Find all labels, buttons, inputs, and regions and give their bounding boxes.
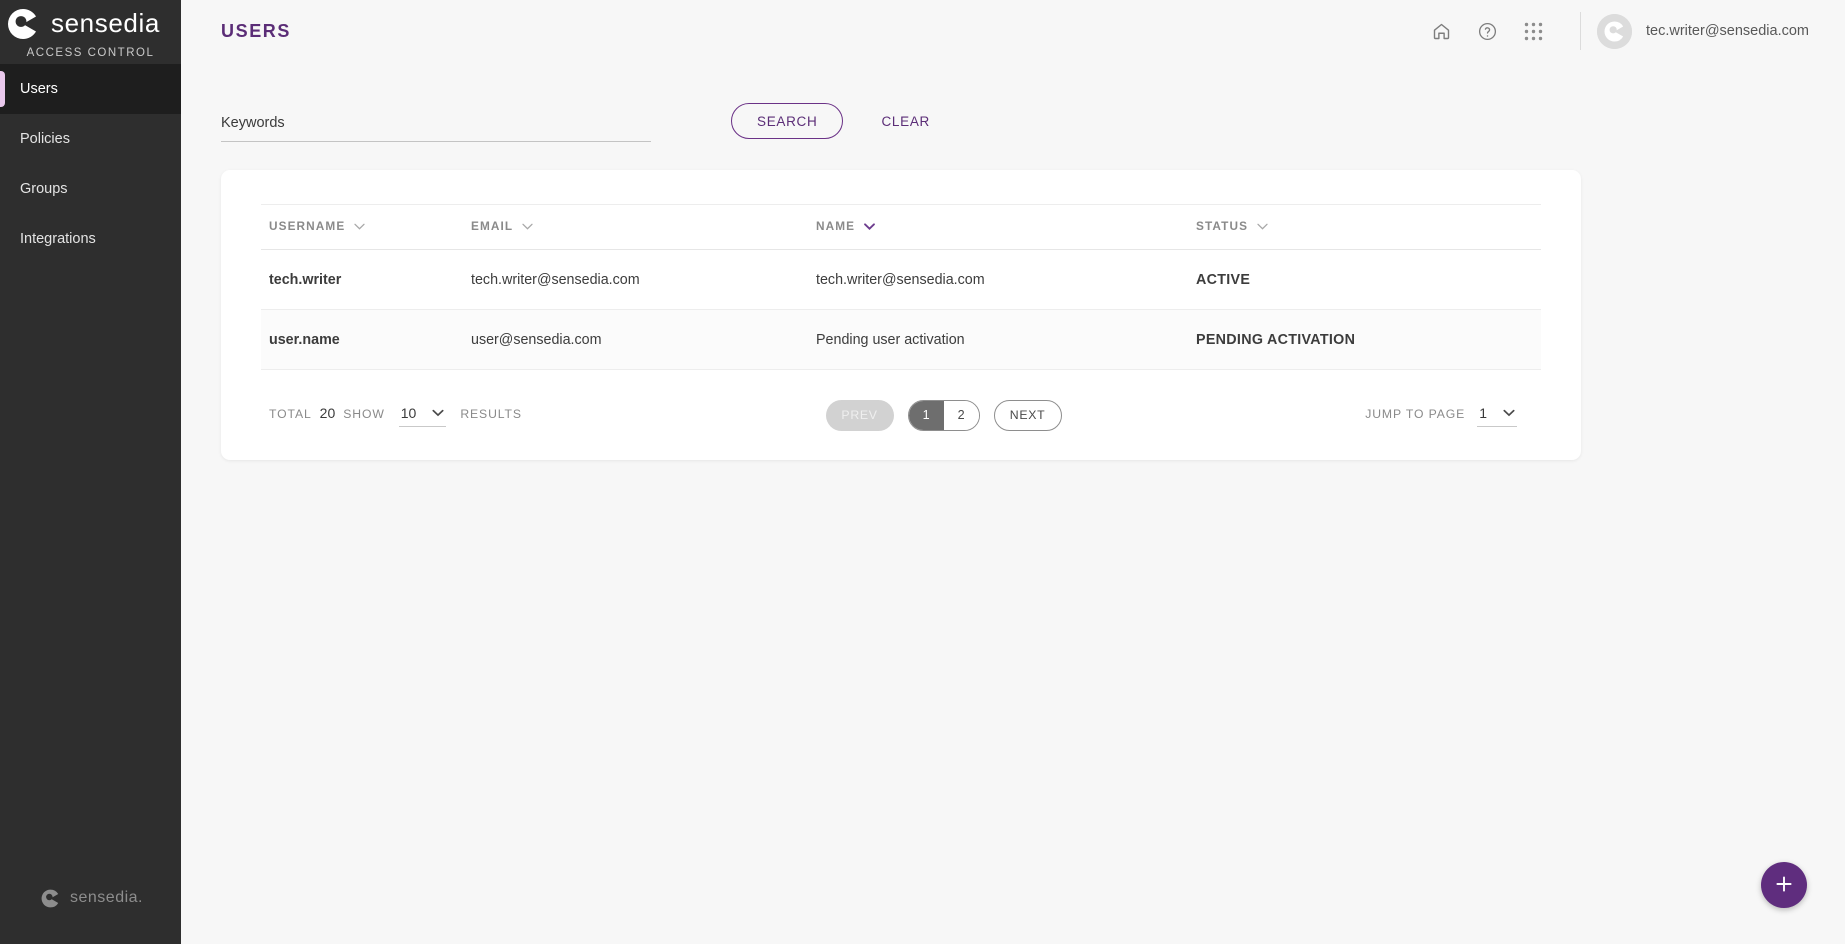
page-number-group: 1 2 xyxy=(907,399,980,431)
search-row: SEARCH CLEAR xyxy=(181,92,1845,142)
results-summary: TOTAL 20 SHOW 10 RESULTS xyxy=(269,404,522,427)
app-root: sensedia ACCESS CONTROL Users Policies G… xyxy=(0,0,1845,944)
chevron-down-icon[interactable] xyxy=(522,219,533,233)
cell-username: tech.writer xyxy=(261,249,471,310)
page-number-2[interactable]: 2 xyxy=(943,400,979,430)
brand-subtitle: ACCESS CONTROL xyxy=(26,47,155,59)
sidebar-item-label: Groups xyxy=(20,181,68,197)
sidebar-item-groups[interactable]: Groups xyxy=(0,164,181,214)
status-badge: PENDING ACTIVATION xyxy=(1196,309,1541,370)
sidebar: sensedia ACCESS CONTROL Users Policies G… xyxy=(0,0,181,944)
page-title: USERS xyxy=(221,20,292,41)
show-label: SHOW xyxy=(343,406,385,421)
search-button[interactable]: SEARCH xyxy=(731,103,844,139)
total-value: 20 xyxy=(319,404,336,421)
keywords-field[interactable] xyxy=(221,114,651,142)
cell-email: tech.writer@sensedia.com xyxy=(471,249,816,310)
status-badge: ACTIVE xyxy=(1196,249,1541,310)
page-size-value: 10 xyxy=(400,404,417,421)
sidebar-item-label: Policies xyxy=(20,131,70,147)
sensedia-logo-icon xyxy=(2,3,44,45)
table-header-row: USERNAME EMAIL NAME STATUS xyxy=(261,204,1541,250)
main-content: USERS tec.writer@sensedia.com Keywords S… xyxy=(181,0,1845,944)
column-label: USERNAME xyxy=(269,219,346,233)
column-label: EMAIL xyxy=(471,219,514,233)
cell-username: user.name xyxy=(261,309,471,370)
table-head: USERNAME EMAIL NAME STATUS xyxy=(261,204,1541,250)
jump-to-page-label: JUMP TO PAGE xyxy=(1365,406,1466,421)
users-table: USERNAME EMAIL NAME STATUS tech.writer t… xyxy=(261,204,1541,370)
prev-page-button[interactable]: PREV xyxy=(825,399,894,431)
table-body: tech.writer tech.writer@sensedia.com tec… xyxy=(261,249,1541,370)
plus-icon xyxy=(1774,874,1794,897)
home-icon[interactable] xyxy=(1418,8,1464,54)
sidebar-footer: sensedia. xyxy=(0,852,181,944)
cell-name: Pending user activation xyxy=(816,309,1196,370)
search-input[interactable] xyxy=(221,115,651,131)
user-email-label: tec.writer@sensedia.com xyxy=(1646,23,1809,39)
page-number-1[interactable]: 1 xyxy=(908,400,944,430)
clear-button[interactable]: CLEAR xyxy=(869,103,942,139)
pager: PREV 1 2 NEXT xyxy=(825,399,1062,431)
table-row[interactable]: user.name user@sensedia.com Pending user… xyxy=(261,309,1541,370)
chevron-down-icon[interactable] xyxy=(864,219,876,233)
brand-row: sensedia xyxy=(0,3,181,45)
users-card: USERNAME EMAIL NAME STATUS tech.writer t… xyxy=(221,170,1581,460)
page-size-select[interactable]: 10 xyxy=(398,404,447,427)
brand-name: sensedia xyxy=(51,8,160,38)
chevron-down-icon[interactable] xyxy=(354,219,365,233)
user-avatar-icon xyxy=(1597,13,1632,49)
column-label: STATUS xyxy=(1196,219,1249,233)
topbar: USERS tec.writer@sensedia.com xyxy=(181,0,1845,62)
chevron-down-icon[interactable] xyxy=(432,404,444,422)
cell-email: user@sensedia.com xyxy=(471,309,816,370)
chevron-down-icon[interactable] xyxy=(1503,404,1515,422)
apps-grid-icon[interactable] xyxy=(1510,8,1556,54)
sensedia-logo-icon xyxy=(38,886,63,911)
jump-to-page-select[interactable]: 1 xyxy=(1477,404,1517,427)
sidebar-item-label: Integrations xyxy=(20,231,96,247)
column-header-name[interactable]: NAME xyxy=(816,204,1196,250)
topbar-divider xyxy=(1580,12,1581,50)
topbar-actions: tec.writer@sensedia.com xyxy=(1418,0,1845,62)
sidebar-item-users[interactable]: Users xyxy=(0,64,181,114)
help-circle-icon[interactable] xyxy=(1464,8,1510,54)
column-header-username[interactable]: USERNAME xyxy=(261,204,471,250)
sidebar-item-policies[interactable]: Policies xyxy=(0,114,181,164)
chevron-down-icon[interactable] xyxy=(1257,219,1268,233)
jump-to-page: JUMP TO PAGE 1 xyxy=(1365,404,1533,427)
add-user-button[interactable] xyxy=(1761,862,1807,908)
column-header-email[interactable]: EMAIL xyxy=(471,204,816,250)
jump-to-page-value: 1 xyxy=(1479,404,1487,421)
cell-name: tech.writer@sensedia.com xyxy=(816,249,1196,310)
sidebar-footer-brand: sensedia. xyxy=(70,889,143,906)
results-label: RESULTS xyxy=(460,406,522,421)
column-label: NAME xyxy=(816,219,856,233)
total-label: TOTAL xyxy=(269,406,312,421)
sidebar-nav: Users Policies Groups Integrations xyxy=(0,64,181,264)
column-header-status[interactable]: STATUS xyxy=(1196,204,1541,250)
sidebar-item-label: Users xyxy=(20,81,58,97)
table-row[interactable]: tech.writer tech.writer@sensedia.com tec… xyxy=(261,249,1541,310)
pagination-bar: TOTAL 20 SHOW 10 RESULTS PREV 1 2 NEXT J… xyxy=(261,370,1541,460)
next-page-button[interactable]: NEXT xyxy=(993,399,1062,431)
user-menu[interactable]: tec.writer@sensedia.com xyxy=(1597,13,1845,49)
sidebar-item-integrations[interactable]: Integrations xyxy=(0,214,181,264)
brand-block: sensedia ACCESS CONTROL xyxy=(0,0,181,62)
